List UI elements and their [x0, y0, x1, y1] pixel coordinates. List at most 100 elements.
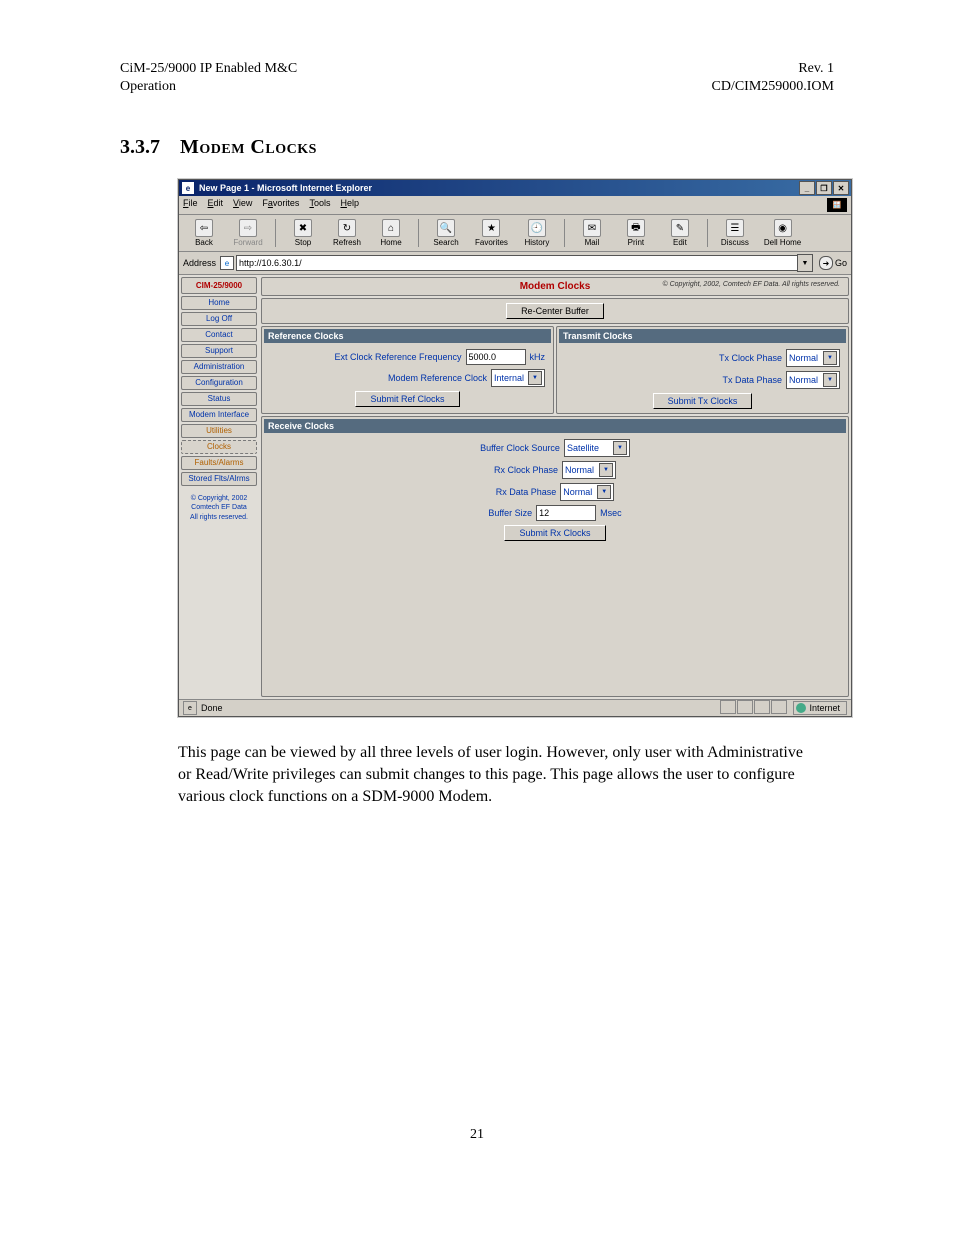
- rx-data-phase-select[interactable]: Normal▼: [560, 483, 614, 501]
- back-button[interactable]: ⇦Back: [183, 217, 225, 249]
- forward-button[interactable]: ⇨Forward: [227, 217, 269, 249]
- maximize-button[interactable]: ❐: [816, 181, 832, 195]
- address-dropdown-icon[interactable]: ▼: [797, 254, 813, 272]
- buffer-size-unit: Msec: [600, 508, 622, 518]
- stop-button[interactable]: ✖Stop: [282, 217, 324, 249]
- chevron-down-icon: ▼: [823, 351, 837, 365]
- doc-header-right-2: CD/CIM259000.IOM: [711, 78, 834, 96]
- rx-clock-phase-label: Rx Clock Phase: [494, 465, 558, 475]
- page-title: Modem Clocks: [520, 281, 591, 292]
- refresh-button[interactable]: ↻Refresh: [326, 217, 368, 249]
- sidebar-item-logoff[interactable]: Log Off: [181, 312, 257, 326]
- tx-clock-phase-select[interactable]: Normal▼: [786, 349, 840, 367]
- menu-help[interactable]: Help: [340, 198, 359, 212]
- menu-file[interactable]: File: [183, 198, 198, 212]
- rx-data-phase-label: Rx Data Phase: [496, 487, 557, 497]
- minimize-button[interactable]: _: [799, 181, 815, 195]
- tx-data-phase-select[interactable]: Normal▼: [786, 371, 840, 389]
- section-heading: 3.3.7 Modem Clocks: [120, 136, 834, 159]
- search-button[interactable]: 🔍Search: [425, 217, 467, 249]
- home-button[interactable]: ⌂Home: [370, 217, 412, 249]
- toolbar: ⇦Back ⇨Forward ✖Stop ↻Refresh ⌂Home 🔍Sea…: [179, 215, 851, 252]
- doc-header-left-2: Operation: [120, 78, 297, 96]
- menubar: File Edit View Favorites Tools Help 🪟: [179, 196, 851, 215]
- chevron-down-icon: ▼: [528, 371, 542, 385]
- status-zone: Internet: [793, 701, 847, 715]
- menu-favorites[interactable]: Favorites: [262, 198, 299, 212]
- screenshot: e New Page 1 - Microsoft Internet Explor…: [120, 179, 850, 717]
- recenter-buffer-button[interactable]: Re-Center Buffer: [506, 303, 604, 319]
- go-icon: ➜: [819, 256, 833, 270]
- ie-icon: e: [181, 181, 195, 195]
- chevron-down-icon: ▼: [597, 485, 611, 499]
- sidebar-item-clocks[interactable]: Clocks: [181, 440, 257, 454]
- page-title-pane: Modem Clocks © Copyright, 2002, Comtech …: [261, 277, 849, 296]
- dellhome-button[interactable]: ◉Dell Home: [758, 217, 807, 249]
- doc-header: CiM-25/9000 IP Enabled M&C Operation Rev…: [120, 60, 834, 96]
- close-button[interactable]: ✕: [833, 181, 849, 195]
- sidebar-item-contact[interactable]: Contact: [181, 328, 257, 342]
- status-panes: [719, 700, 787, 716]
- transmit-clocks-heading: Transmit Clocks: [559, 329, 846, 343]
- sidebar-footer: © Copyright, 2002 Comtech EF Data All ri…: [181, 494, 257, 521]
- sidebar-item-support[interactable]: Support: [181, 344, 257, 358]
- receive-clocks-heading: Receive Clocks: [264, 419, 846, 433]
- ext-clock-ref-freq-label: Ext Clock Reference Frequency: [334, 352, 461, 362]
- tx-data-phase-label: Tx Data Phase: [722, 375, 782, 385]
- section-title: Modem Clocks: [180, 136, 317, 158]
- edit-button[interactable]: ✎Edit: [659, 217, 701, 249]
- history-button[interactable]: 🕘History: [516, 217, 558, 249]
- receive-clocks-panel: Receive Clocks Buffer Clock Source Satel…: [261, 416, 849, 697]
- sidebar-item-utilities[interactable]: Utilities: [181, 424, 257, 438]
- tx-clock-phase-label: Tx Clock Phase: [719, 353, 782, 363]
- modem-ref-clock-select[interactable]: Internal▼: [491, 369, 545, 387]
- page-number: 21: [120, 1127, 834, 1143]
- ie-window: e New Page 1 - Microsoft Internet Explor…: [178, 179, 852, 717]
- status-text: Done: [201, 703, 223, 713]
- sidebar-item-faultsalarms[interactable]: Faults/Alarms: [181, 456, 257, 470]
- print-button[interactable]: 🖶Print: [615, 217, 657, 249]
- address-input[interactable]: [236, 255, 798, 271]
- ext-clock-ref-freq-unit: kHz: [530, 352, 546, 362]
- main-area: Modem Clocks © Copyright, 2002, Comtech …: [259, 275, 851, 699]
- page-copyright: © Copyright, 2002, Comtech EF Data. All …: [662, 281, 840, 288]
- sidebar-item-configuration[interactable]: Configuration: [181, 376, 257, 390]
- buffer-size-input[interactable]: [536, 505, 596, 521]
- transmit-clocks-panel: Transmit Clocks Tx Clock Phase Normal▼ T…: [556, 326, 849, 414]
- discuss-button[interactable]: ☰Discuss: [714, 217, 756, 249]
- buffer-size-label: Buffer Size: [488, 508, 532, 518]
- statusbar: e Done Internet: [179, 699, 851, 716]
- submit-tx-clocks-button[interactable]: Submit Tx Clocks: [653, 393, 753, 409]
- submit-rx-clocks-button[interactable]: Submit Rx Clocks: [504, 525, 605, 541]
- menu-edit[interactable]: Edit: [208, 198, 224, 212]
- menu-tools[interactable]: Tools: [309, 198, 330, 212]
- mail-button[interactable]: ✉Mail: [571, 217, 613, 249]
- sidebar-item-status[interactable]: Status: [181, 392, 257, 406]
- sidebar-item-modeminterface[interactable]: Modem Interface: [181, 408, 257, 422]
- rx-clock-phase-select[interactable]: Normal▼: [562, 461, 616, 479]
- doc-header-right-1: Rev. 1: [711, 60, 834, 78]
- window-title: New Page 1 - Microsoft Internet Explorer: [199, 183, 799, 193]
- chevron-down-icon: ▼: [613, 441, 627, 455]
- doc-header-left-1: CiM-25/9000 IP Enabled M&C: [120, 60, 297, 78]
- submit-ref-clocks-button[interactable]: Submit Ref Clocks: [355, 391, 459, 407]
- addressbar: Address e ▼ ➜ Go: [179, 252, 851, 275]
- page-content: CIM-25/9000 Home Log Off Contact Support…: [179, 275, 851, 699]
- favorites-button[interactable]: ★Favorites: [469, 217, 514, 249]
- menu-view[interactable]: View: [233, 198, 252, 212]
- titlebar: e New Page 1 - Microsoft Internet Explor…: [179, 180, 851, 196]
- reference-clocks-panel: Reference Clocks Ext Clock Reference Fre…: [261, 326, 554, 414]
- chevron-down-icon: ▼: [823, 373, 837, 387]
- buffer-clock-source-label: Buffer Clock Source: [480, 443, 560, 453]
- ext-clock-ref-freq-input[interactable]: [466, 349, 526, 365]
- sidebar-item-storedfltsalrms[interactable]: Stored Flts/Alrms: [181, 472, 257, 486]
- chevron-down-icon: ▼: [599, 463, 613, 477]
- modem-ref-clock-label: Modem Reference Clock: [388, 373, 487, 383]
- sidebar-item-administration[interactable]: Administration: [181, 360, 257, 374]
- go-button[interactable]: ➜ Go: [819, 256, 847, 270]
- buffer-clock-source-select[interactable]: Satellite▼: [564, 439, 630, 457]
- sidebar-item-home[interactable]: Home: [181, 296, 257, 310]
- body-paragraph: This page can be viewed by all three lev…: [178, 742, 818, 807]
- reference-clocks-heading: Reference Clocks: [264, 329, 551, 343]
- section-number: 3.3.7: [120, 136, 160, 158]
